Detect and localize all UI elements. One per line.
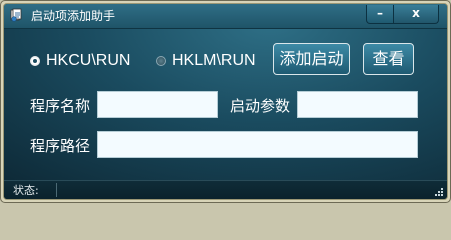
radio-hkcu[interactable]: HKCU\RUN: [30, 52, 130, 70]
view-button[interactable]: 查看: [363, 43, 414, 75]
window-title: 启动项添加助手: [31, 9, 116, 23]
status-label: 状态:: [13, 184, 39, 197]
program-path-label: 程序路径: [30, 137, 91, 155]
radio-selected-icon: [30, 56, 40, 66]
minimize-button[interactable]: –: [366, 5, 394, 24]
status-divider: [56, 183, 57, 197]
app-icon: [10, 8, 22, 22]
window-body: 启动项添加助手 – x HKCU\RUN HKLM\RUN 添加启动 查看 程序…: [3, 3, 448, 200]
program-path-input[interactable]: [97, 131, 418, 158]
close-icon: x: [412, 6, 420, 20]
radio-hklm-label: HKLM\RUN: [172, 52, 256, 69]
title-bar[interactable]: 启动项添加助手 – x: [4, 4, 447, 29]
startup-params-input[interactable]: [297, 91, 418, 118]
status-bar: 状态:: [4, 180, 447, 199]
startup-params-label: 启动参数: [230, 97, 291, 115]
radio-hklm[interactable]: HKLM\RUN: [156, 52, 256, 70]
resize-grip-icon[interactable]: [433, 186, 443, 196]
app-window: 启动项添加助手 – x HKCU\RUN HKLM\RUN 添加启动 查看 程序…: [0, 0, 451, 203]
add-startup-button[interactable]: 添加启动: [273, 43, 350, 75]
program-name-label: 程序名称: [30, 97, 91, 115]
program-name-input[interactable]: [97, 91, 218, 118]
close-button[interactable]: x: [393, 5, 439, 24]
radio-hkcu-label: HKCU\RUN: [46, 52, 131, 69]
radio-unselected-icon: [156, 56, 166, 66]
minimize-icon: –: [377, 6, 383, 20]
